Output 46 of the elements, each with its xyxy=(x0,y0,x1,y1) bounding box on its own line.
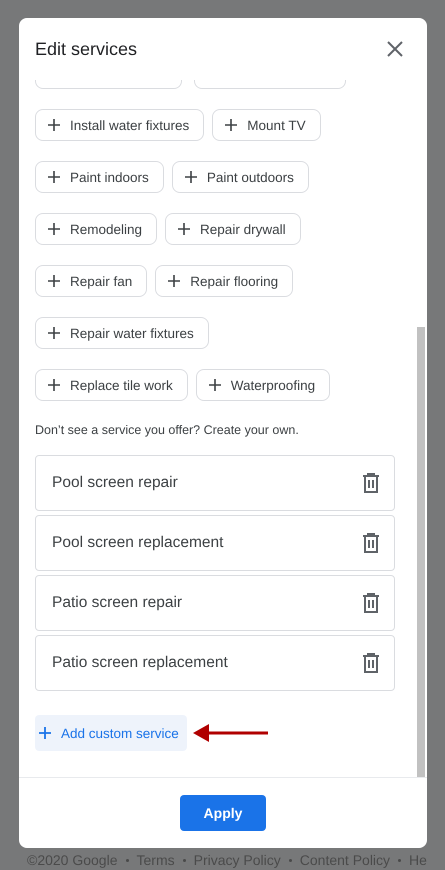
delete-button[interactable] xyxy=(362,653,380,673)
plus-icon xyxy=(48,379,60,391)
delete-button[interactable] xyxy=(362,533,380,553)
service-chip[interactable]: Mount TV xyxy=(212,109,321,141)
plus-icon xyxy=(48,327,60,339)
plus-icon xyxy=(39,727,51,739)
trash-icon xyxy=(362,533,380,553)
service-chip[interactable]: Paint indoors xyxy=(35,161,164,193)
service-chip[interactable]: Repair flooring xyxy=(155,265,294,297)
plus-icon xyxy=(184,171,197,183)
trash-icon xyxy=(362,473,380,493)
service-chip[interactable]: Repair drywall xyxy=(165,213,301,245)
plus-icon xyxy=(48,119,60,131)
custom-service-name: Patio screen repair xyxy=(52,594,182,612)
service-chip[interactable]: Replace tile work xyxy=(35,369,188,401)
service-chip[interactable]: Repair fan xyxy=(35,265,148,297)
trash-icon xyxy=(362,593,380,613)
apply-button[interactable]: Apply xyxy=(180,795,266,831)
plus-icon xyxy=(48,171,60,183)
plus-icon xyxy=(48,223,60,235)
plus-icon xyxy=(225,119,238,131)
delete-button[interactable] xyxy=(362,473,380,493)
plus-icon xyxy=(48,275,60,287)
close-button[interactable] xyxy=(387,41,403,57)
custom-service-name: Patio screen replacement xyxy=(52,654,228,672)
service-chip[interactable]: Paint outdoors xyxy=(172,161,309,193)
plus-icon xyxy=(178,223,190,235)
custom-service-name: Pool screen repair xyxy=(52,474,178,492)
service-chip[interactable]: Install water fixtures xyxy=(35,109,204,141)
dialog-title: Edit services xyxy=(35,38,138,60)
service-chip[interactable]: Repair water fixtures xyxy=(35,317,209,349)
delete-button[interactable] xyxy=(362,593,380,613)
separator-dot xyxy=(126,858,128,862)
add-custom-service-button[interactable]: Add custom service xyxy=(35,715,187,751)
custom-service-name: Pool screen replacement xyxy=(52,534,224,552)
plus-icon xyxy=(168,275,180,287)
separator-dot xyxy=(182,858,186,862)
service-chip[interactable]: Waterproofing xyxy=(196,369,330,401)
separator-dot xyxy=(398,858,402,862)
plus-icon xyxy=(208,379,221,391)
service-chip[interactable]: Remodeling xyxy=(35,213,158,245)
prompt-text: Don’t see a service you offer? Create your own. xyxy=(35,423,300,437)
scrollbar-thumb[interactable] xyxy=(417,327,425,777)
trash-icon xyxy=(362,653,380,673)
separator-dot xyxy=(288,858,292,862)
close-icon xyxy=(387,41,403,57)
